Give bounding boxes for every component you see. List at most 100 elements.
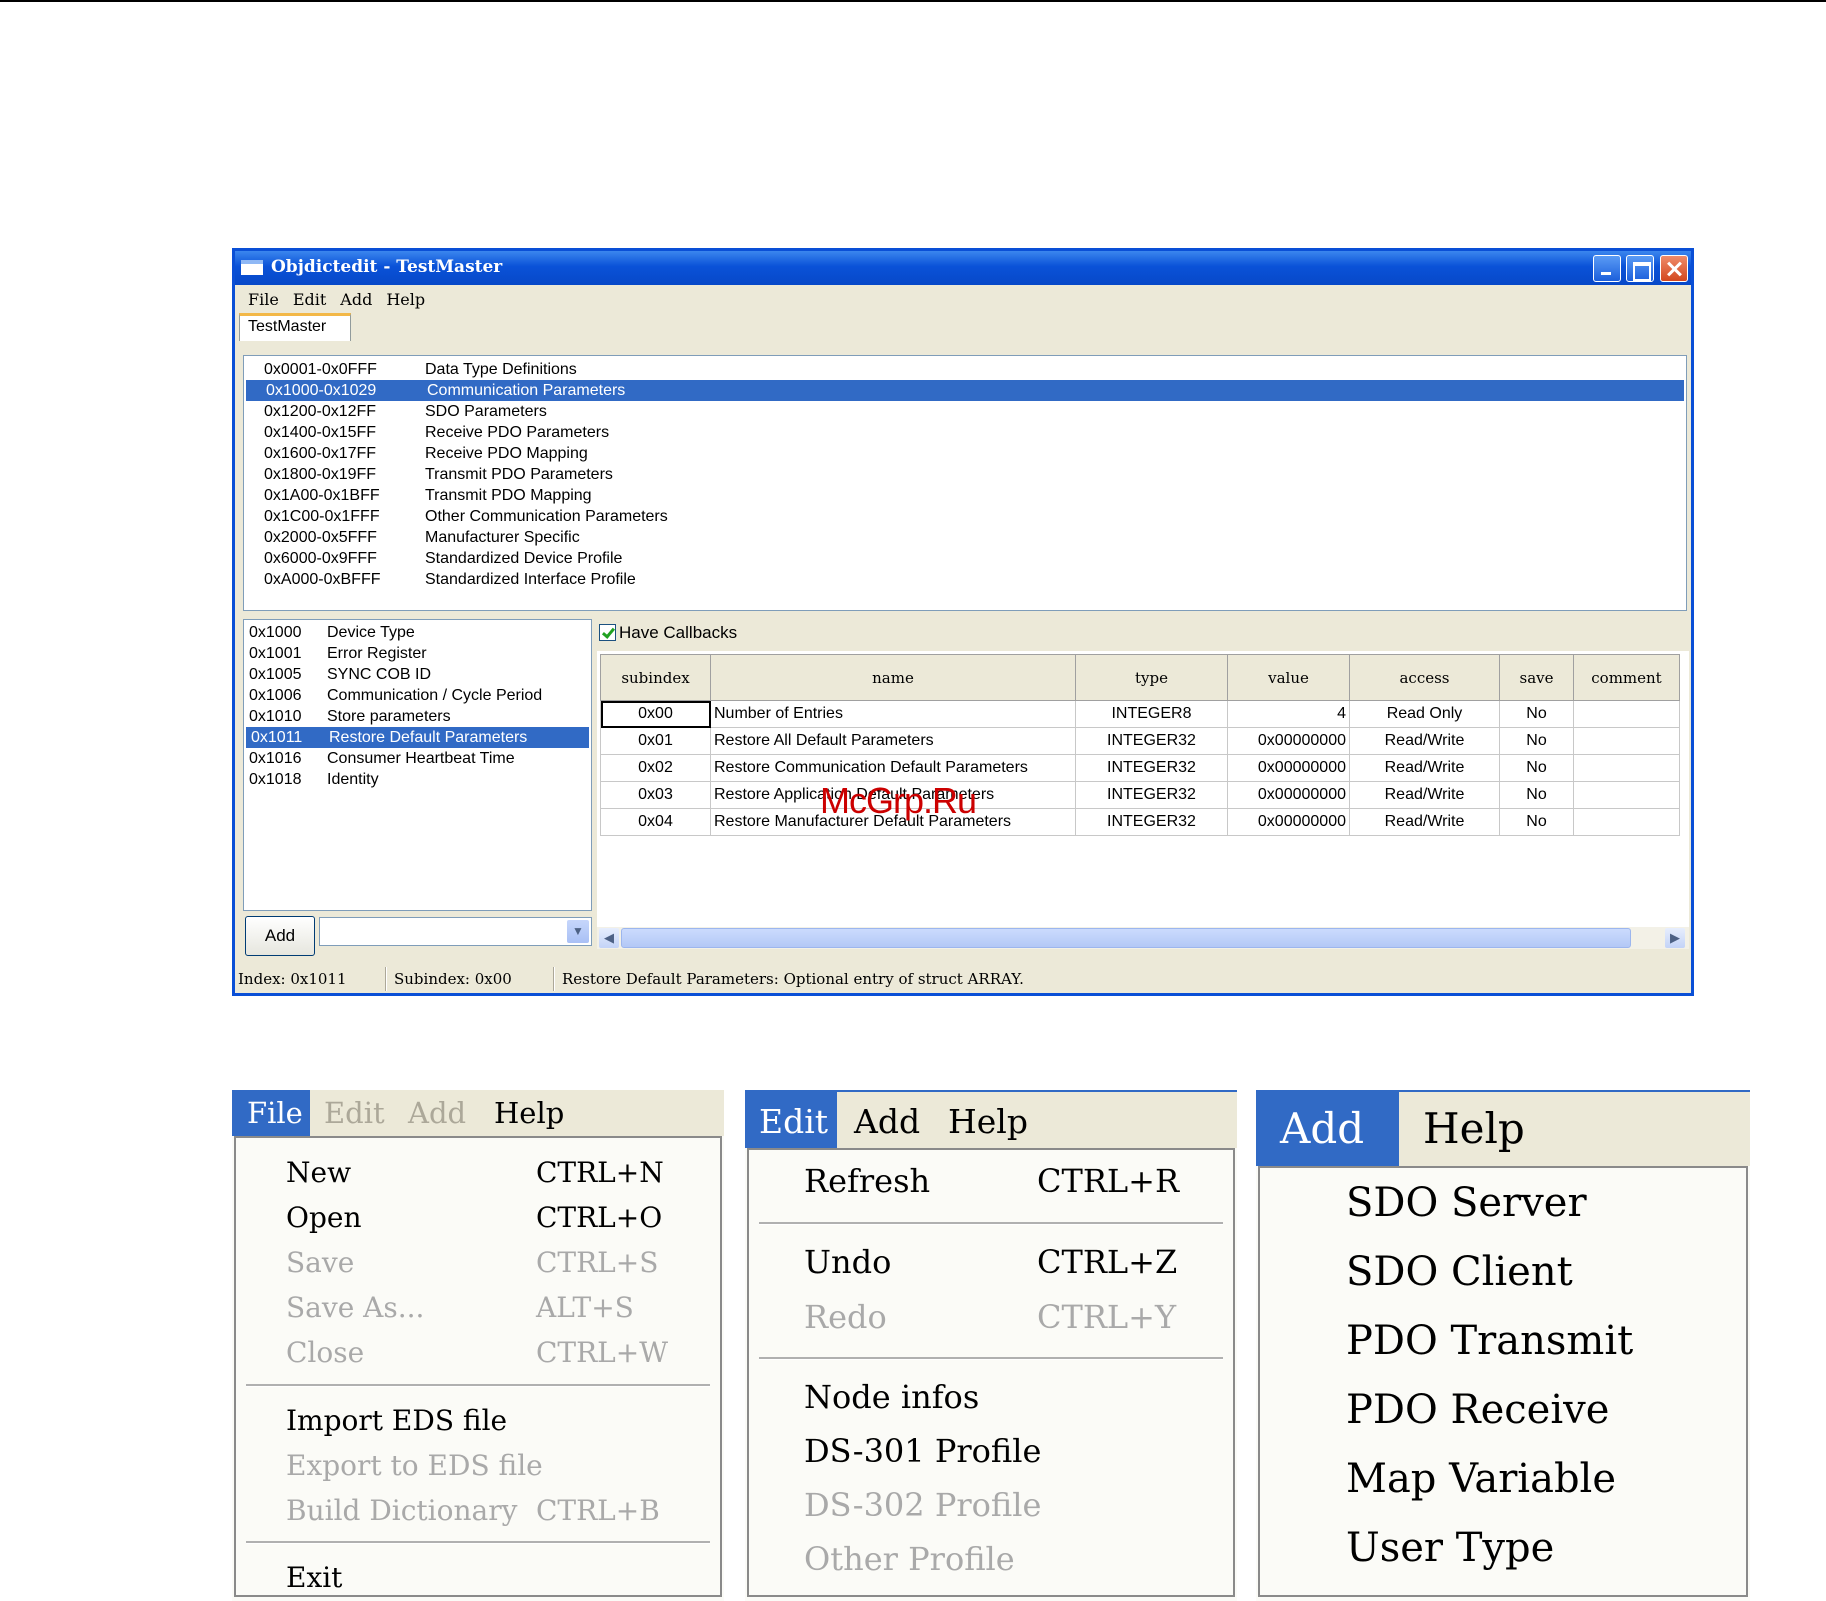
- cell-subindex[interactable]: 0x01: [600, 727, 711, 755]
- table-row[interactable]: 0x01 Restore All Default Parameters INTEGE…: [600, 727, 1680, 755]
- index-list-item[interactable]: 0x1006 Communication / Cycle Period: [244, 685, 591, 706]
- edit-menu-item[interactable]: Refresh: [804, 1162, 930, 1200]
- menu-help[interactable]: Help: [494, 1096, 564, 1130]
- add-button[interactable]: Add: [245, 916, 315, 956]
- range-list-item[interactable]: 0x1A00-0x1BFF Transmit PDO Mapping: [244, 485, 1686, 506]
- cell-value[interactable]: 0x00000000: [1227, 727, 1350, 755]
- cell-value[interactable]: 0x00000000: [1227, 808, 1350, 836]
- add-menu-item[interactable]: SDO Client: [1346, 1249, 1573, 1295]
- file-menu-item[interactable]: Import EDS file: [286, 1404, 507, 1437]
- title-bar[interactable]: Objdictedit - TestMaster: [235, 251, 1691, 285]
- range-list-item[interactable]: 0x1200-0x12FF SDO Parameters: [244, 401, 1686, 422]
- cell-save[interactable]: No: [1499, 808, 1574, 836]
- range-list-item[interactable]: 0xA000-0xBFFF Standardized Interface Prof…: [244, 569, 1686, 590]
- column-header-comment[interactable]: comment: [1573, 654, 1680, 701]
- menu-file[interactable]: File: [241, 287, 286, 313]
- cell-access[interactable]: Read/Write: [1349, 754, 1500, 782]
- column-header-subindex[interactable]: subindex: [600, 654, 711, 701]
- menu-add[interactable]: Add: [408, 1096, 466, 1130]
- tab-testmaster[interactable]: TestMaster: [239, 313, 351, 341]
- edit-menu-item[interactable]: DS-301 Profile: [804, 1432, 1041, 1470]
- add-menu-item[interactable]: PDO Transmit: [1346, 1318, 1633, 1364]
- file-menu-item[interactable]: Exit: [286, 1561, 342, 1594]
- menu-add[interactable]: Add: [333, 287, 379, 313]
- cell-name[interactable]: Restore All Default Parameters: [710, 727, 1076, 755]
- menu-file[interactable]: File: [232, 1090, 310, 1136]
- range-list-item[interactable]: 0x1800-0x19FF Transmit PDO Parameters: [244, 464, 1686, 485]
- minimize-button[interactable]: [1593, 255, 1621, 282]
- range-list-item[interactable]: 0x1000-0x1029 Communication Parameters: [246, 380, 1684, 401]
- cell-name[interactable]: Number of Entries: [710, 700, 1076, 728]
- cell-subindex[interactable]: 0x02: [600, 754, 711, 782]
- cell-access[interactable]: Read Only: [1349, 700, 1500, 728]
- index-list-item[interactable]: 0x1001 Error Register: [244, 643, 591, 664]
- add-entry-select[interactable]: ▼: [319, 917, 592, 946]
- menu-help[interactable]: Help: [948, 1102, 1028, 1141]
- index-range-list[interactable]: 0x0001-0x0FFF Data Type Definitions 0x1000…: [243, 355, 1687, 611]
- scroll-left-icon[interactable]: ◀: [599, 928, 619, 948]
- cell-comment[interactable]: [1573, 781, 1680, 809]
- cell-type[interactable]: INTEGER32: [1075, 754, 1228, 782]
- index-list-item[interactable]: 0x1011 Restore Default Parameters: [246, 727, 589, 748]
- menu-edit[interactable]: Edit: [745, 1092, 837, 1148]
- index-list-item[interactable]: 0x1005 SYNC COB ID: [244, 664, 591, 685]
- cell-access[interactable]: Read/Write: [1349, 808, 1500, 836]
- cell-subindex[interactable]: 0x03: [600, 781, 711, 809]
- cell-subindex[interactable]: 0x04: [600, 808, 711, 836]
- table-row[interactable]: 0x03 Restore Application Default Paramete…: [600, 781, 1680, 809]
- cell-value[interactable]: 4: [1227, 700, 1350, 728]
- cell-save[interactable]: No: [1499, 781, 1574, 809]
- range-list-item[interactable]: 0x0001-0x0FFF Data Type Definitions: [244, 359, 1686, 380]
- range-list-item[interactable]: 0x1400-0x15FF Receive PDO Parameters: [244, 422, 1686, 443]
- menu-add[interactable]: Add: [854, 1102, 920, 1141]
- add-menu-item[interactable]: PDO Receive: [1346, 1387, 1609, 1433]
- cell-save[interactable]: No: [1499, 727, 1574, 755]
- cell-type[interactable]: INTEGER32: [1075, 727, 1228, 755]
- cell-comment[interactable]: [1573, 727, 1680, 755]
- file-menu-item[interactable]: New: [286, 1156, 351, 1189]
- menu-edit[interactable]: Edit: [324, 1096, 385, 1130]
- cell-value[interactable]: 0x00000000: [1227, 781, 1350, 809]
- column-header-save[interactable]: save: [1499, 654, 1574, 701]
- horizontal-scrollbar[interactable]: ◀ ▶: [597, 927, 1689, 949]
- menu-help[interactable]: Help: [379, 287, 432, 313]
- cell-save[interactable]: No: [1499, 700, 1574, 728]
- menu-edit[interactable]: Edit: [286, 287, 333, 313]
- cell-value[interactable]: 0x00000000: [1227, 754, 1350, 782]
- cell-access[interactable]: Read/Write: [1349, 781, 1500, 809]
- add-menu-item[interactable]: User Type: [1346, 1525, 1554, 1571]
- range-list-item[interactable]: 0x6000-0x9FFF Standardized Device Profile: [244, 548, 1686, 569]
- menu-help[interactable]: Help: [1423, 1104, 1525, 1153]
- close-button[interactable]: [1660, 255, 1688, 282]
- cell-type[interactable]: INTEGER32: [1075, 781, 1228, 809]
- range-list-item[interactable]: 0x2000-0x5FFF Manufacturer Specific: [244, 527, 1686, 548]
- column-header-type[interactable]: type: [1075, 654, 1228, 701]
- edit-menu-item[interactable]: Node infos: [804, 1378, 979, 1416]
- cell-comment[interactable]: [1573, 808, 1680, 836]
- have-callbacks-row[interactable]: Have Callbacks: [599, 623, 737, 643]
- table-row[interactable]: 0x00 Number of Entries INTEGER8 4 Read Only N…: [600, 700, 1680, 728]
- cell-subindex[interactable]: 0x00: [600, 700, 711, 728]
- maximize-button[interactable]: [1626, 255, 1654, 282]
- column-header-value[interactable]: value: [1227, 654, 1350, 701]
- add-menu-item[interactable]: SDO Server: [1346, 1180, 1587, 1226]
- cell-comment[interactable]: [1573, 700, 1680, 728]
- table-row[interactable]: 0x02 Restore Communication Default Parame…: [600, 754, 1680, 782]
- index-list-item[interactable]: 0x1010 Store parameters: [244, 706, 591, 727]
- index-list-item[interactable]: 0x1016 Consumer Heartbeat Time: [244, 748, 591, 769]
- range-list-item[interactable]: 0x1C00-0x1FFF Other Communication Paramet…: [244, 506, 1686, 527]
- cell-type[interactable]: INTEGER32: [1075, 808, 1228, 836]
- scroll-right-icon[interactable]: ▶: [1665, 928, 1685, 948]
- table-row[interactable]: 0x04 Restore Manufacturer Default Paramet…: [600, 808, 1680, 836]
- column-header-access[interactable]: access: [1349, 654, 1500, 701]
- cell-type[interactable]: INTEGER8: [1075, 700, 1228, 728]
- add-menu-item[interactable]: Map Variable: [1346, 1456, 1616, 1502]
- scrollbar-thumb[interactable]: [621, 928, 1631, 948]
- cell-access[interactable]: Read/Write: [1349, 727, 1500, 755]
- index-list-item[interactable]: 0x1018 Identity: [244, 769, 591, 790]
- chevron-down-icon[interactable]: ▼: [567, 920, 589, 943]
- range-list-item[interactable]: 0x1600-0x17FF Receive PDO Mapping: [244, 443, 1686, 464]
- cell-save[interactable]: No: [1499, 754, 1574, 782]
- index-list-item[interactable]: 0x1000 Device Type: [244, 622, 591, 643]
- column-header-name[interactable]: name: [710, 654, 1076, 701]
